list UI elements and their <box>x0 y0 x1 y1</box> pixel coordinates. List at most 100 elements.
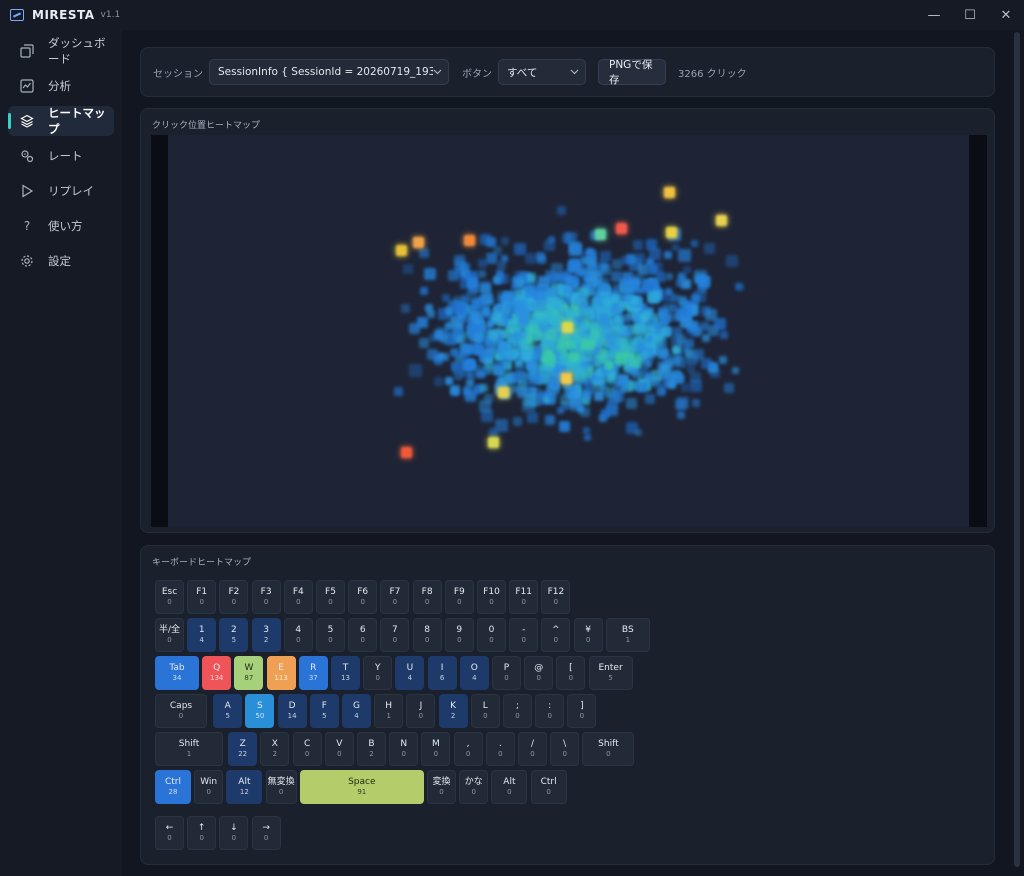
heat-blob <box>478 270 486 278</box>
click-heatmap-frame <box>151 135 987 527</box>
button-filter-select[interactable]: すべて <box>498 59 586 85</box>
key-0-2: F2 0 <box>219 580 249 614</box>
heat-blob <box>570 352 580 362</box>
sidebar-item-dashboard[interactable]: ダッシュボード <box>8 36 114 66</box>
key-3-7: J0 <box>406 694 436 728</box>
key-label: ↑ <box>197 823 206 833</box>
key-0-8: F8 0 <box>412 580 442 614</box>
maximize-button[interactable]: ☐ <box>952 0 988 30</box>
key-3-10: ; 0 <box>503 694 532 728</box>
key-5-6: かな 0 <box>459 770 489 804</box>
heat-blob <box>635 253 645 263</box>
heat-blob <box>560 272 568 280</box>
heat-blob <box>608 392 620 404</box>
sidebar-item-replay[interactable]: リプレイ <box>8 176 114 206</box>
scrollbar[interactable] <box>1014 32 1020 867</box>
heat-blob <box>507 348 518 359</box>
heat-blob <box>537 255 546 264</box>
heat-hotspot <box>498 387 509 398</box>
click-count: 3266 クリック <box>678 68 747 80</box>
key-count: 0 <box>401 750 406 758</box>
heat-blob <box>453 302 466 315</box>
heat-blob <box>665 288 672 295</box>
heat-blob <box>732 367 739 374</box>
key-count: 0 <box>231 598 237 606</box>
heat-blob <box>564 386 576 398</box>
heat-blob <box>484 359 494 369</box>
sidebar-item-analytics[interactable]: 分析 <box>8 71 114 101</box>
key-3-3: D 14 <box>277 694 307 728</box>
heat-hotspot <box>561 373 572 384</box>
minimize-button[interactable]: — <box>916 0 952 30</box>
key-count: 28 <box>168 788 178 796</box>
heat-blob <box>499 274 509 284</box>
sidebar-item-help[interactable]: ? 使い方 <box>8 211 114 241</box>
heat-blob <box>436 327 448 339</box>
key-label: 2 <box>231 625 237 635</box>
sidebar-item-label: ヒートマップ <box>48 106 106 136</box>
key-5-0: Ctrl 28 <box>155 770 191 804</box>
key-0-0: Esc 0 <box>155 580 184 614</box>
key-count: 0 <box>167 598 172 606</box>
save-png-button[interactable]: PNGで保存 <box>598 59 666 86</box>
heat-blob <box>527 273 536 282</box>
key-count: 13 <box>341 674 350 682</box>
heat-blob <box>614 381 626 393</box>
app-logo-icon <box>10 9 24 21</box>
key-count: 0 <box>489 636 494 644</box>
heat-blob <box>446 309 453 316</box>
key-label: ^ <box>552 625 560 635</box>
heat-blob <box>501 237 509 245</box>
heat-blob <box>447 335 457 345</box>
key-label: ¥ <box>585 625 591 635</box>
key-count: 0 <box>507 788 512 796</box>
key-0-12: F12 0 <box>541 580 571 614</box>
heat-hotspot <box>666 227 677 238</box>
sidebar-item-settings[interactable]: 設定 <box>8 246 114 276</box>
key-count: 0 <box>328 598 333 606</box>
heat-blob <box>479 295 487 303</box>
key-label: Alt <box>503 777 516 787</box>
key-count: 0 <box>498 750 503 758</box>
key-count: 0 <box>504 674 509 682</box>
heat-blob <box>676 334 686 344</box>
key-count: 0 <box>199 598 204 606</box>
key-count: 0 <box>392 598 398 606</box>
key-label: → <box>262 823 270 833</box>
heat-blob <box>548 274 556 282</box>
key-0-9: F9 0 <box>444 580 474 614</box>
heat-blob <box>681 383 690 392</box>
heat-blob <box>698 276 710 288</box>
key-count: 5 <box>225 712 230 720</box>
heat-blob <box>635 429 642 436</box>
key-0-1: F1 0 <box>187 580 217 614</box>
key-count: 0 <box>433 750 439 758</box>
heat-blob <box>594 391 604 401</box>
heat-blob <box>497 327 504 334</box>
key-2-4: R 37 <box>298 656 328 690</box>
heat-blob <box>569 242 581 254</box>
session-select[interactable]: SessionInfo { SessionId = 20260719_19325… <box>209 59 449 85</box>
heat-hotspot <box>396 245 407 256</box>
heat-blob <box>419 338 429 348</box>
heat-blob <box>626 398 637 409</box>
session-label: セッション <box>153 68 203 80</box>
sidebar-item-rate[interactable]: レート <box>8 141 114 171</box>
click-heatmap-canvas[interactable] <box>168 135 969 527</box>
heat-blob <box>611 295 619 303</box>
key-label: - <box>522 625 526 635</box>
sidebar-item-heatmap[interactable]: ヒートマップ <box>8 106 114 136</box>
key-5-3: 無変換 0 <box>265 770 297 804</box>
key-count: 14 <box>287 712 297 720</box>
key-6-2: ↓ 0 <box>219 816 249 850</box>
key-1-1: 14 <box>187 618 217 652</box>
heat-blob <box>589 338 597 346</box>
analytics-icon <box>20 79 34 93</box>
heat-blob <box>581 257 589 265</box>
key-label: K <box>450 701 457 711</box>
key-1-2: 25 <box>219 618 249 652</box>
key-2-2: W 87 <box>234 656 264 690</box>
close-button[interactable]: ✕ <box>988 0 1024 30</box>
heat-blob <box>459 347 470 358</box>
key-3-6: H1 <box>374 694 404 728</box>
